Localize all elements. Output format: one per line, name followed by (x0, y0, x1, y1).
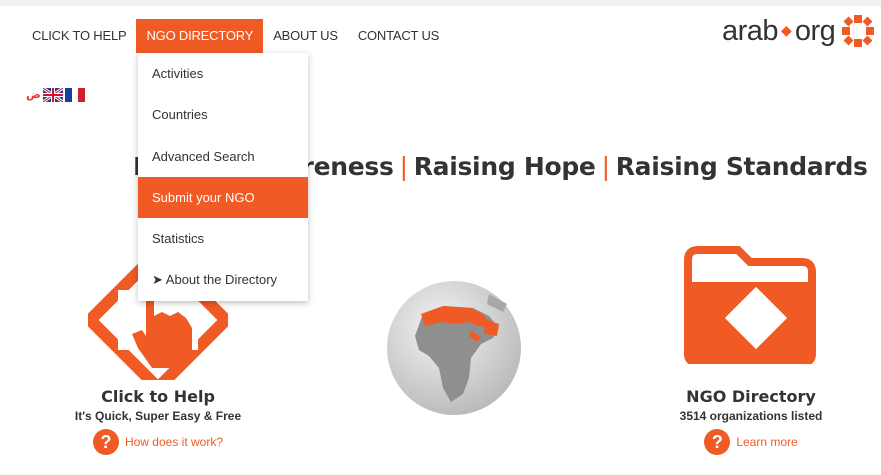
ngo-directory-section: NGO Directory 3514 organizations listed … (651, 387, 851, 455)
tagline-separator: | (399, 152, 408, 181)
how-does-it-work-text: How does it work? (124, 435, 224, 449)
click-to-help-subtitle: It's Quick, Super Easy & Free (74, 409, 242, 423)
globe-icon (387, 281, 521, 415)
main-nav: CLICK TO HELP NGO DIRECTORY ABOUT US CON… (22, 19, 449, 53)
menu-item-activities[interactable]: Activities (138, 53, 308, 94)
menu-item-advanced-search[interactable]: Advanced Search (138, 136, 308, 177)
click-to-help-title: Click to Help (101, 387, 215, 406)
france-flag-icon[interactable] (64, 88, 85, 102)
language-switcher: ض (26, 88, 85, 102)
menu-item-countries[interactable]: Countries (138, 94, 308, 135)
tagline-separator: | (601, 152, 610, 181)
nav-ngo-directory[interactable]: NGO DIRECTORY (136, 19, 264, 53)
how-does-it-work-link[interactable]: ? How does it work? (58, 429, 258, 455)
ngo-directory-title: NGO Directory (686, 387, 816, 406)
logo-text-org: org (794, 14, 836, 47)
ngo-directory-subtitle: 3514 organizations listed (679, 409, 823, 423)
site-logo[interactable]: arab ◆ org (722, 14, 875, 48)
nav-contact-us[interactable]: CONTACT US (348, 19, 449, 53)
menu-item-about-directory[interactable]: ➤ About the Directory (138, 259, 308, 300)
tagline-part-standards: Raising Standards (615, 152, 868, 181)
question-icon: ? (92, 429, 119, 455)
logo-star-icon (842, 15, 875, 47)
ngo-directory-dropdown: Activities Countries Advanced Search Sub… (138, 53, 308, 301)
menu-item-submit-ngo[interactable]: Submit your NGO (138, 176, 308, 219)
learn-more-link[interactable]: ? Learn more (651, 429, 851, 455)
lang-arabic-link[interactable]: ض (26, 88, 41, 102)
logo-diamond-icon: ◆ (781, 21, 792, 38)
question-icon: ? (704, 429, 731, 455)
click-to-help-section: Click to Help It's Quick, Super Easy & F… (58, 387, 258, 455)
menu-item-statistics[interactable]: Statistics (138, 218, 308, 259)
nav-about-us[interactable]: ABOUT US (263, 19, 348, 53)
uk-flag-icon[interactable] (42, 88, 63, 102)
folder-icon[interactable] (682, 246, 820, 364)
tagline-part-hope: Raising Hope (413, 152, 596, 181)
logo-text-arab: arab (722, 14, 779, 47)
nav-click-to-help[interactable]: CLICK TO HELP (22, 19, 136, 53)
top-bar (0, 0, 881, 6)
learn-more-text: Learn more (736, 435, 798, 449)
